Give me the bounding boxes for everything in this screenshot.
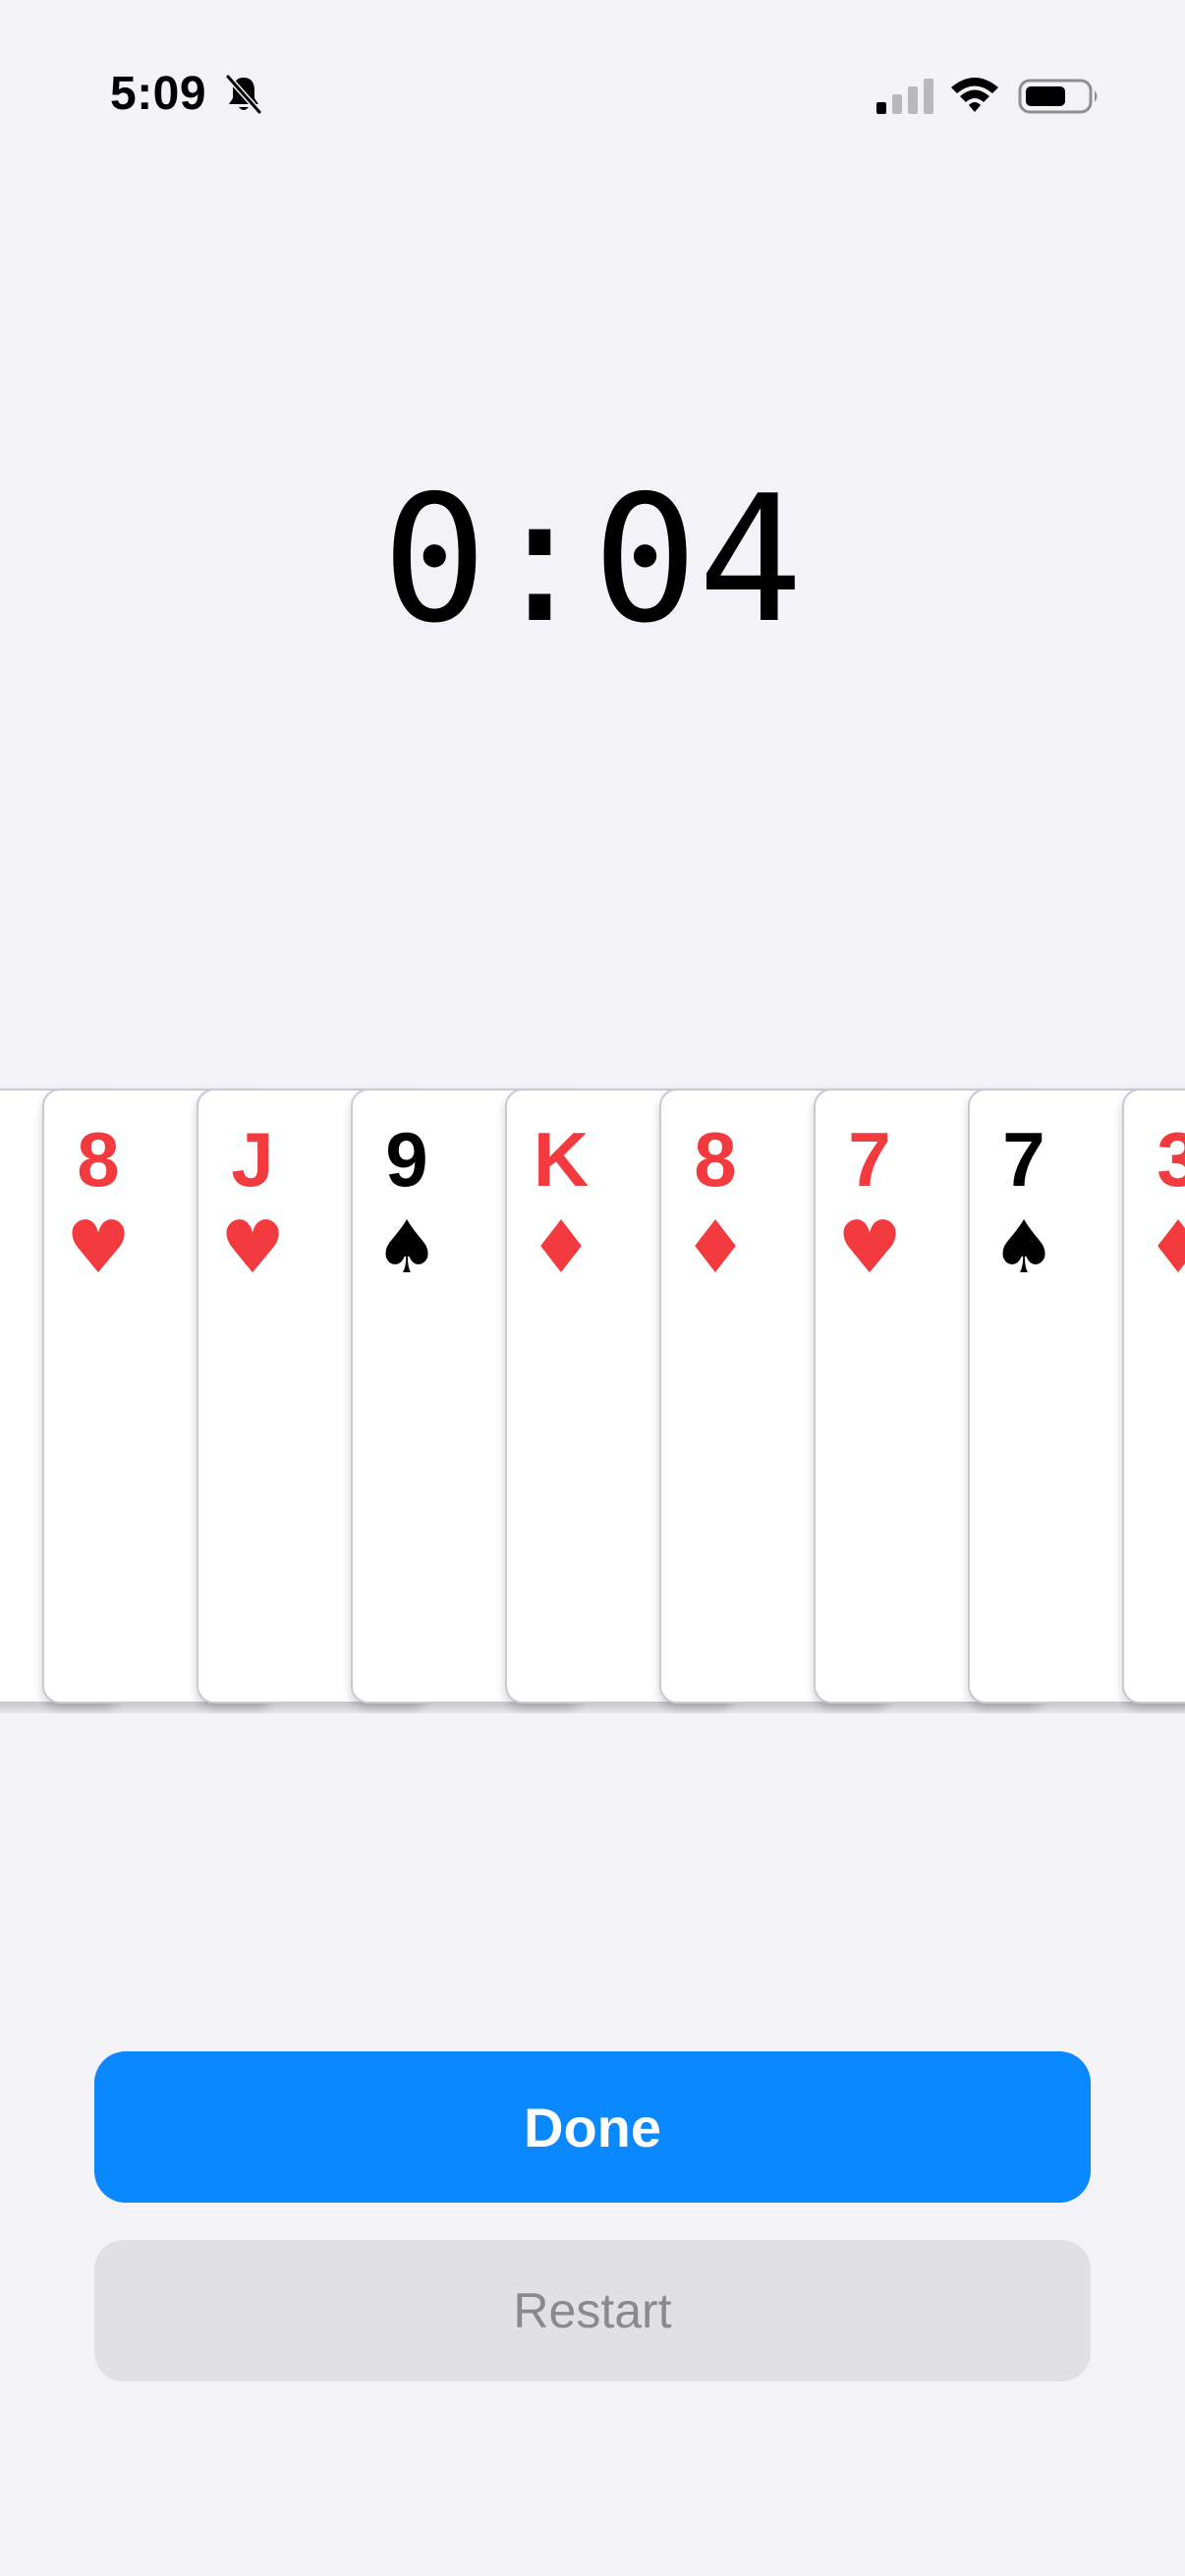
restart-button[interactable]: Restart [94, 2240, 1091, 2381]
card-suit-icon: ♥ [219, 1205, 286, 1290]
cellular-signal-icon [876, 79, 933, 114]
card-suit-icon: ♦ [682, 1205, 749, 1290]
card-suit-icon: ♦ [1145, 1205, 1185, 1290]
done-button[interactable]: Done [94, 2051, 1091, 2203]
card-rank: 7 [1002, 1116, 1045, 1203]
card-rank: 9 [385, 1116, 428, 1203]
card-suit-icon: ♠ [990, 1205, 1057, 1290]
elapsed-timer: 0:04 [381, 458, 804, 661]
wifi-icon [951, 78, 998, 112]
card-rank: K [533, 1116, 590, 1203]
card-row: 10♦8♥J♥9♠K♦8♦7♥7♠3♦ [0, 1085, 1185, 1713]
card-rank: 7 [848, 1116, 891, 1203]
card-rank: 3 [1157, 1116, 1185, 1203]
card-suit-icon: ♦ [528, 1205, 594, 1290]
card-rank: J [231, 1116, 274, 1203]
card-suit-icon: ♥ [65, 1205, 132, 1290]
card-rank: 8 [77, 1116, 120, 1203]
card-suit-icon: ♠ [373, 1205, 440, 1290]
battery-icon [1018, 79, 1098, 114]
bell-slash-icon [225, 74, 262, 115]
playing-card[interactable]: 3 ♦ [1122, 1089, 1185, 1704]
card-suit-icon: ♥ [836, 1205, 903, 1290]
card-rank: 8 [694, 1116, 737, 1203]
status-bar: 5:09 [0, 0, 1185, 196]
status-time: 5:09 [110, 68, 207, 120]
